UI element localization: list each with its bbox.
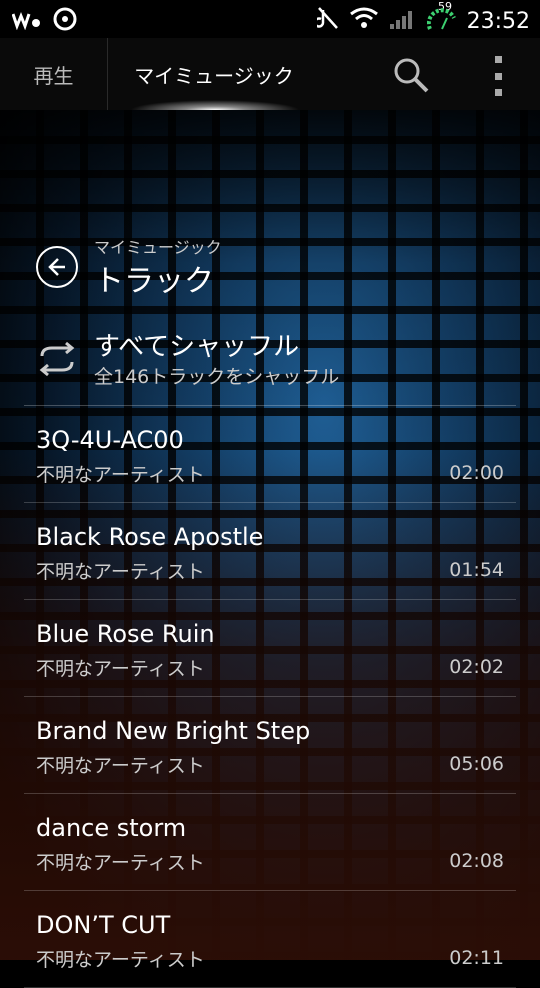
track-duration: 02:11 xyxy=(449,947,504,969)
track-duration: 02:00 xyxy=(449,462,504,484)
walkman-icon xyxy=(11,9,42,37)
overflow-menu-button[interactable] xyxy=(486,56,510,96)
track-row[interactable]: Brand New Bright Step 不明なアーティスト 05:06 xyxy=(24,697,516,794)
shuffle-title: すべてシャッフル xyxy=(94,332,300,362)
track-title: DON’T CUT xyxy=(36,911,171,939)
track-title: Blue Rose Ruin xyxy=(36,620,215,648)
track-row[interactable]: DON’T CUT 不明なアーティスト 02:11 xyxy=(24,891,516,988)
mute-icon xyxy=(313,6,339,37)
track-title: Black Rose Apostle xyxy=(36,523,264,551)
track-duration: 02:08 xyxy=(449,850,504,872)
status-bar: 59 23:52 xyxy=(0,0,540,38)
page-title: トラック xyxy=(94,264,214,299)
track-duration: 05:06 xyxy=(449,753,504,775)
menu-dot-icon xyxy=(494,72,502,80)
track-row[interactable]: dance storm 不明なアーティスト 02:08 xyxy=(24,794,516,891)
track-title: dance storm xyxy=(36,814,187,842)
track-duration: 01:54 xyxy=(449,559,504,581)
track-artist: 不明なアーティスト xyxy=(36,755,205,777)
shuffle-all-item[interactable]: すべてシャッフル 全146トラックをシャッフル xyxy=(24,322,516,406)
shuffle-icon xyxy=(36,340,78,378)
battery-icon xyxy=(426,4,457,39)
track-title: Brand New Bright Step xyxy=(36,717,311,745)
tab-selected-indicator xyxy=(130,100,300,110)
menu-dot-icon xyxy=(494,89,502,96)
shuffle-subtitle: 全146トラックをシャッフル xyxy=(94,366,340,388)
tab-play[interactable]: 再生 xyxy=(0,38,108,110)
track-duration: 02:02 xyxy=(449,656,504,678)
back-arrow-icon xyxy=(48,258,65,276)
search-button[interactable] xyxy=(392,56,430,94)
signal-icon xyxy=(389,6,417,37)
track-artist: 不明なアーティスト xyxy=(36,852,205,874)
track-artist: 不明なアーティスト xyxy=(36,658,205,680)
track-artist: 不明なアーティスト xyxy=(36,464,205,486)
back-button[interactable] xyxy=(36,246,78,288)
track-list: 3Q-4U-AC00 不明なアーティスト 02:00 Black Rose Ap… xyxy=(24,406,516,988)
action-bar: 再生 マイミュージック xyxy=(0,38,540,110)
menu-dot-icon xyxy=(494,56,502,63)
wifi-icon xyxy=(349,6,379,37)
breadcrumb: マイミュージック xyxy=(94,238,222,257)
track-row[interactable]: Black Rose Apostle 不明なアーティスト 01:54 xyxy=(24,503,516,600)
track-row[interactable]: Blue Rose Ruin 不明なアーティスト 02:02 xyxy=(24,600,516,697)
track-artist: 不明なアーティスト xyxy=(36,561,205,583)
track-row[interactable]: 3Q-4U-AC00 不明なアーティスト 02:00 xyxy=(24,406,516,503)
page-header: マイミュージック トラック xyxy=(36,228,516,299)
sync-icon xyxy=(52,6,78,39)
search-icon xyxy=(394,58,429,93)
track-title: 3Q-4U-AC00 xyxy=(36,426,184,454)
status-clock: 23:52 xyxy=(466,8,530,34)
track-artist: 不明なアーティスト xyxy=(36,949,205,971)
